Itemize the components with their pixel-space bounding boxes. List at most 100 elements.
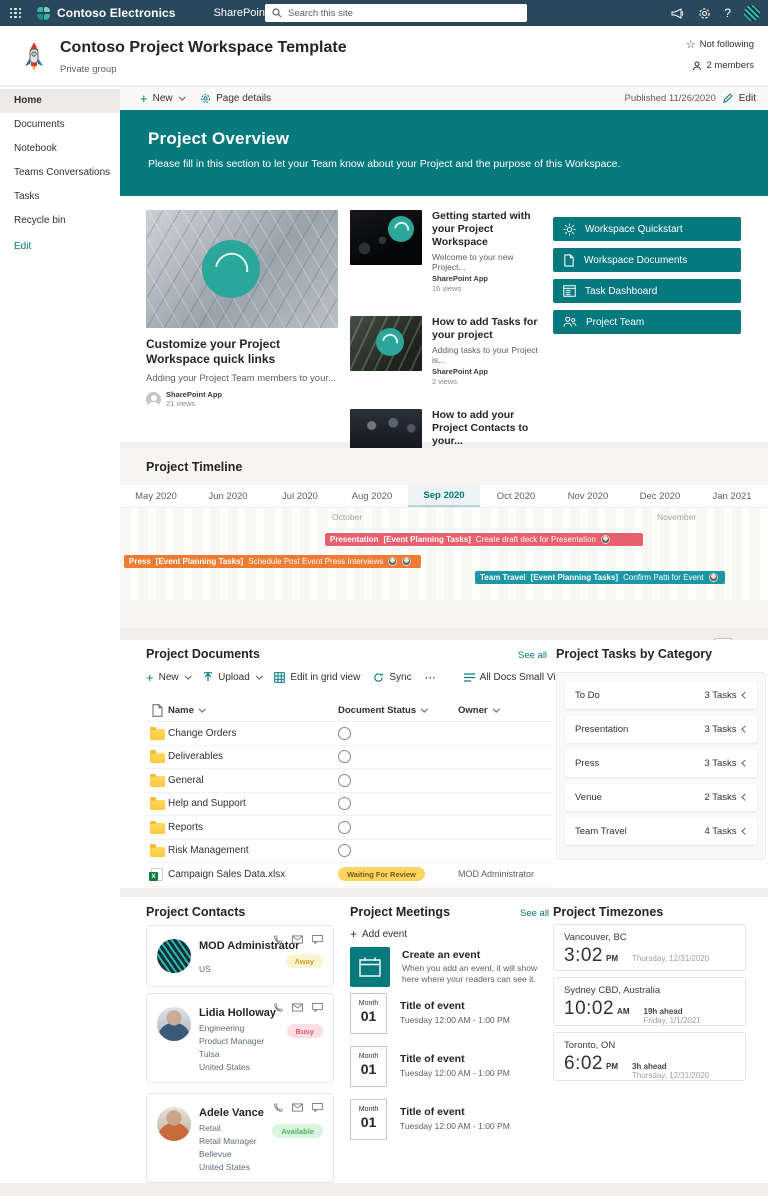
event-title[interactable]: Title of event [400, 1106, 465, 1118]
chat-icon[interactable] [312, 1003, 323, 1012]
quicklink-project-team[interactable]: Project Team [553, 310, 741, 334]
contact-card[interactable]: Adele Vance Retail Retail Manager Bellev… [146, 1093, 334, 1183]
month-tab[interactable]: Jan 2021 [696, 485, 768, 507]
account-avatar[interactable] [744, 5, 760, 21]
month-tab[interactable]: Aug 2020 [336, 485, 408, 507]
document-name[interactable]: Deliverables [168, 751, 223, 762]
phone-icon[interactable] [273, 935, 283, 945]
follow-button[interactable]: ☆ Not following [686, 38, 754, 51]
site-title[interactable]: Contoso Project Workspace Template [60, 39, 347, 57]
task-category-row[interactable]: To Do 3 Tasks [565, 682, 757, 709]
doc-grid-view-button[interactable]: Edit in grid view [274, 672, 360, 683]
status-radio[interactable] [338, 844, 351, 857]
status-radio[interactable] [338, 727, 351, 740]
status-radio[interactable] [338, 821, 351, 834]
sidebar-item-home[interactable]: Home [0, 89, 120, 113]
month-tab[interactable]: Dec 2020 [624, 485, 696, 507]
news-item[interactable]: How to add Tasks for your project Adding… [350, 316, 542, 386]
month-tab[interactable]: Oct 2020 [480, 485, 552, 507]
site-logo[interactable] [14, 36, 54, 76]
task-category-row[interactable]: Presentation 3 Tasks [565, 716, 757, 743]
document-name[interactable]: Reports [168, 822, 203, 833]
document-row[interactable]: General [146, 769, 552, 793]
mail-icon[interactable] [292, 935, 303, 944]
create-event-tile[interactable] [350, 947, 390, 987]
documents-see-all-link[interactable]: See all [518, 650, 547, 661]
add-event-button[interactable]: + Add event [350, 928, 407, 940]
month-tab[interactable]: Jul 2020 [264, 485, 336, 507]
quicklink-workspace-quickstart[interactable]: Workspace Quickstart [553, 217, 741, 241]
document-row[interactable]: Campaign Sales Data.xlsx Waiting For Rev… [146, 863, 552, 887]
doc-new-button[interactable]: + New [146, 671, 190, 684]
news-item-title[interactable]: How to add Tasks for your project [432, 316, 542, 342]
site-search-input[interactable]: Search this site [265, 4, 527, 22]
mail-icon[interactable] [292, 1103, 303, 1112]
document-name[interactable]: Risk Management [168, 845, 249, 856]
edit-page-button[interactable]: Edit [739, 93, 756, 104]
sidebar-item-teams-conversations[interactable]: Teams Conversations [0, 161, 120, 185]
document-name[interactable]: Campaign Sales Data.xlsx [168, 869, 285, 880]
news-main-article[interactable]: Customize your Project Workspace quick l… [146, 210, 338, 408]
news-item-title[interactable]: Getting started with your Project Worksp… [432, 210, 542, 249]
event-date-box[interactable]: Month 01 [350, 1046, 387, 1087]
news-item-title[interactable]: How to add your Project Contacts to your… [432, 409, 542, 448]
page-details-button[interactable]: Page details [200, 93, 271, 104]
month-tab[interactable]: Jun 2020 [192, 485, 264, 507]
task-category-row[interactable]: Venue 2 Tasks [565, 784, 757, 811]
timeline-event-presentation[interactable]: Presentation [Event Planning Tasks] Crea… [325, 533, 643, 546]
status-radio[interactable] [338, 797, 351, 810]
document-name[interactable]: General [168, 775, 204, 786]
status-badge[interactable]: Waiting For Review [338, 867, 425, 881]
document-row[interactable]: Reports [146, 816, 552, 840]
doc-upload-button[interactable]: Upload [203, 672, 261, 683]
sidebar-item-notebook[interactable]: Notebook [0, 137, 120, 161]
doc-sync-button[interactable]: Sync [373, 672, 411, 683]
help-icon[interactable]: ? [724, 7, 731, 19]
event-title[interactable]: Title of event [400, 1000, 465, 1012]
document-row[interactable]: Deliverables [146, 746, 552, 770]
event-title[interactable]: Title of event [400, 1053, 465, 1065]
event-date-box[interactable]: Month 01 [350, 993, 387, 1034]
timeline-event-team-travel[interactable]: Team Travel [Event Planning Tasks] Confi… [475, 571, 725, 584]
meetings-see-all-link[interactable]: See all [520, 908, 549, 919]
document-row[interactable]: Change Orders [146, 722, 552, 746]
megaphone-icon[interactable] [671, 8, 685, 19]
doc-more-button[interactable]: ⋯ [425, 671, 437, 684]
sidebar-item-documents[interactable]: Documents [0, 113, 120, 137]
sharepoint-link[interactable]: SharePoint [214, 7, 268, 19]
mail-icon[interactable] [292, 1003, 303, 1012]
document-name[interactable]: Help and Support [168, 798, 246, 809]
contoso-logo-icon[interactable] [37, 7, 50, 20]
phone-icon[interactable] [273, 1103, 283, 1113]
quicklink-task-dashboard[interactable]: Task Dashboard [553, 279, 741, 303]
chat-icon[interactable] [312, 935, 323, 944]
brand-name[interactable]: Contoso Electronics [57, 6, 176, 20]
column-header-owner[interactable]: Owner [458, 705, 552, 716]
task-category-row[interactable]: Team Travel 4 Tasks [565, 818, 757, 845]
news-item[interactable]: Getting started with your Project Worksp… [350, 210, 542, 293]
document-row[interactable]: Help and Support [146, 793, 552, 817]
status-radio[interactable] [338, 774, 351, 787]
chat-icon[interactable] [312, 1103, 323, 1112]
phone-icon[interactable] [273, 1003, 283, 1013]
contact-name[interactable]: Lidia Holloway [199, 1007, 276, 1019]
quicklink-workspace-documents[interactable]: Workspace Documents [553, 248, 741, 272]
column-header-name[interactable]: Name [168, 705, 338, 716]
document-row[interactable]: Risk Management [146, 840, 552, 864]
timeline-event-press[interactable]: Press [Event Planning Tasks] Schedule Po… [124, 555, 421, 568]
month-tab-selected[interactable]: Sep 2020 [408, 485, 480, 507]
task-category-row[interactable]: Press 3 Tasks [565, 750, 757, 777]
new-button[interactable]: + New [140, 92, 184, 105]
app-launcher-icon[interactable] [10, 8, 21, 19]
settings-gear-icon[interactable] [698, 7, 711, 20]
event-date-box[interactable]: Month 01 [350, 1099, 387, 1140]
sidebar-edit-link[interactable]: Edit [0, 235, 120, 259]
status-radio[interactable] [338, 750, 351, 763]
news-main-title[interactable]: Customize your Project Workspace quick l… [146, 337, 338, 367]
sidebar-item-tasks[interactable]: Tasks [0, 185, 120, 209]
members-link[interactable]: 2 members [692, 60, 754, 71]
contact-name[interactable]: Adele Vance [199, 1107, 264, 1119]
contact-card[interactable]: MOD Administrator US Away [146, 925, 334, 987]
month-tab[interactable]: May 2020 [120, 485, 192, 507]
contact-card[interactable]: Lidia Holloway Engineering Product Manag… [146, 993, 334, 1083]
